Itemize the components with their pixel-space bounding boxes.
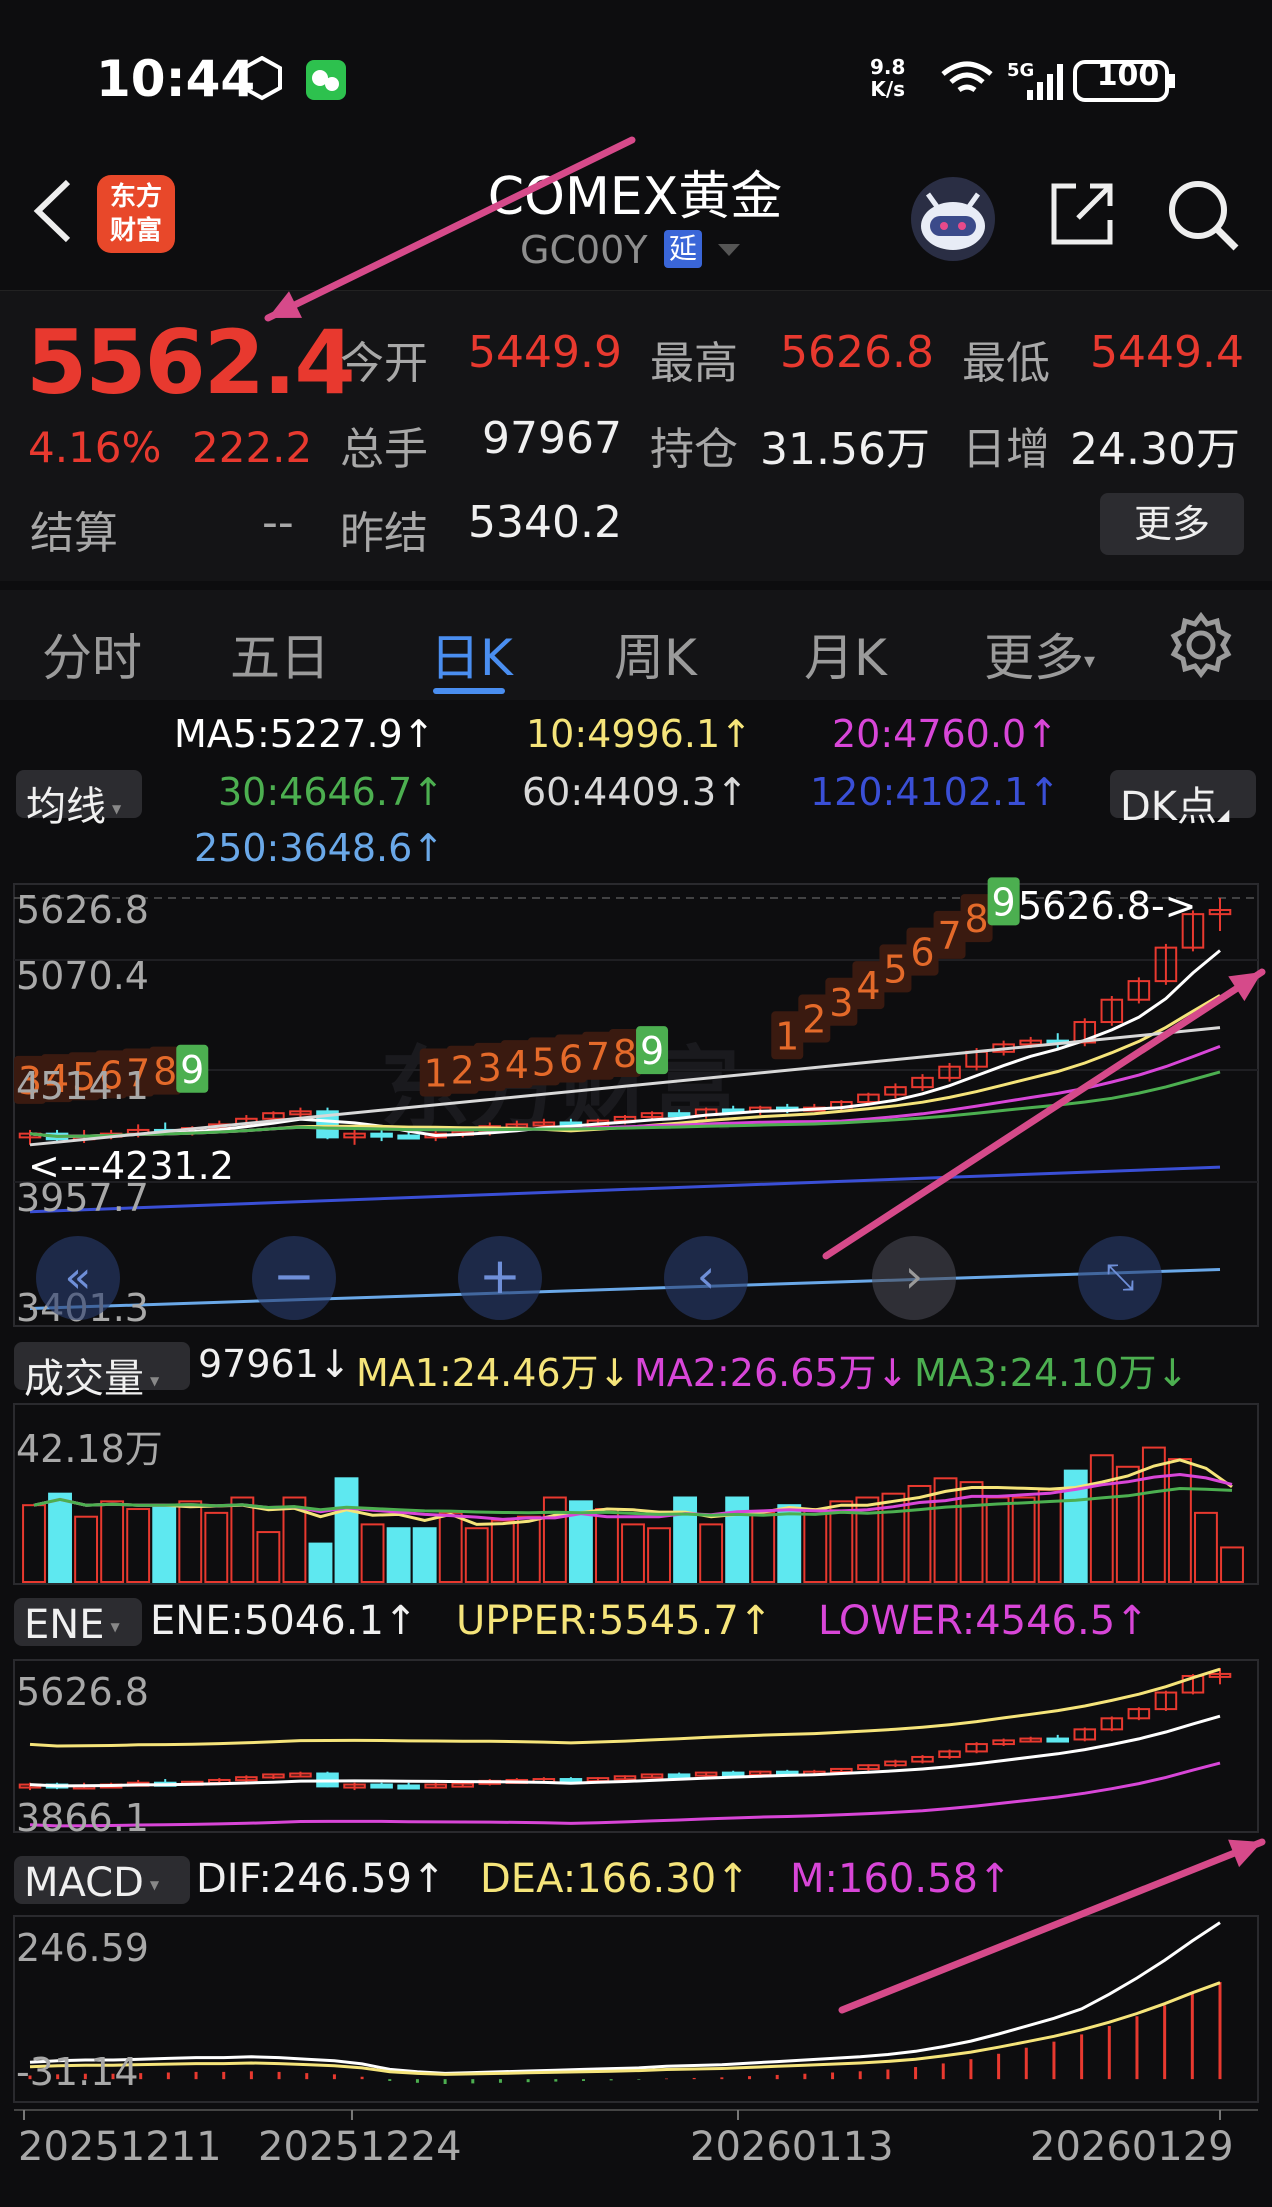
ene-candle	[370, 1783, 393, 1789]
price-tick-2: 5070.4	[16, 954, 149, 998]
high-annotation: 5626.8->	[1018, 884, 1197, 928]
volume-bar	[673, 1496, 698, 1584]
volume-bar	[1089, 1454, 1114, 1583]
td-count-label: 8	[613, 1032, 637, 1076]
td-count-label: 9	[992, 880, 1016, 924]
volume-bar	[751, 1511, 776, 1583]
volume-bar	[699, 1523, 724, 1584]
ene-tick-top: 5626.8	[16, 1670, 149, 1714]
td-count-label: 1	[424, 1051, 448, 1095]
volume-bar	[803, 1508, 828, 1583]
td-count-label: 1	[775, 1014, 799, 1058]
volume-bar	[621, 1523, 645, 1584]
td-count-label: 6	[910, 931, 934, 975]
candle	[370, 1132, 393, 1138]
td-count-label: 7	[586, 1035, 610, 1079]
price-tick-top: 5626.8	[16, 888, 149, 932]
td-count-label: 7	[937, 914, 961, 958]
volume-tick: 42.18万	[16, 1427, 163, 1471]
volume-bar	[464, 1527, 489, 1584]
ene-upper-line	[29, 1667, 1221, 1748]
volume-bar	[74, 1515, 99, 1583]
double-chevron-left-icon[interactable]: «	[36, 1236, 120, 1320]
expand-icon[interactable]: ⤡	[1078, 1236, 1162, 1320]
macd-tick-top: 246.59	[16, 1926, 149, 1970]
x-tick-3: 20260113	[690, 2124, 894, 2170]
td-count-label: 3	[829, 981, 853, 1025]
volume-bar	[777, 1504, 802, 1584]
volume-bar	[1167, 1458, 1192, 1583]
volume-bar	[334, 1477, 359, 1583]
volume-bar	[1037, 1488, 1062, 1583]
volume-bar	[152, 1504, 177, 1584]
volume-bar	[178, 1500, 203, 1584]
td-count-label: 2	[802, 998, 826, 1042]
volume-bar	[516, 1515, 541, 1583]
candle	[667, 1112, 691, 1118]
chevron-left-icon[interactable]: ‹	[664, 1236, 748, 1320]
annotation-arrow-price	[264, 136, 636, 322]
td-count-label: 9	[180, 1048, 204, 1092]
td-count-label: 4	[856, 964, 880, 1008]
volume-bar	[204, 1511, 229, 1583]
volume-bar	[1011, 1496, 1036, 1584]
volume-bar	[126, 1508, 151, 1583]
minus-icon[interactable]: −	[252, 1236, 336, 1320]
td-count-label: 3	[478, 1046, 502, 1090]
ene-tick-bottom: 3866.1	[16, 1796, 149, 1840]
macd-dif-line	[29, 1921, 1221, 2075]
volume-bar	[1194, 1511, 1218, 1583]
x-tick-4: 20260129	[1030, 2124, 1234, 2170]
td-count-label: 5	[532, 1040, 556, 1084]
volume-bar	[256, 1531, 281, 1584]
td-count-label: 2	[451, 1049, 475, 1093]
volume-bar	[308, 1542, 333, 1583]
ene-candle	[1046, 1737, 1070, 1743]
volume-bar	[542, 1496, 567, 1584]
volume-bar	[438, 1511, 463, 1583]
annotation-arrow-macd	[838, 1838, 1266, 2014]
ene-candle	[721, 1771, 745, 1777]
volume-bar	[100, 1500, 125, 1584]
volume-bar	[907, 1484, 932, 1583]
volume-bar	[48, 1492, 72, 1584]
annotation-arrow-chart	[822, 968, 1266, 1260]
td-count-label: 4	[505, 1043, 529, 1087]
k-line-chart[interactable]: 东方财富3 4 5 6 7 8 9 1 2 3 4 5 6 7 8 9 1 2 3 4 5 6 7 8 9	[0, 0, 1272, 2207]
volume-bar	[490, 1519, 515, 1583]
low-annotation: <---4231.2	[28, 1144, 234, 1188]
td-count-label: 8	[964, 897, 988, 941]
td-count-label: 8	[153, 1050, 177, 1094]
volume-bar	[985, 1496, 1010, 1584]
td-count-label: 6	[559, 1038, 583, 1082]
ene-candle	[397, 1784, 420, 1790]
candle	[397, 1134, 420, 1140]
ene-candle	[667, 1773, 691, 1779]
ene-lower-line	[29, 1761, 1221, 1828]
x-tick-1: 20251211	[18, 2124, 222, 2170]
volume-bar	[647, 1527, 671, 1584]
volume-bar	[1220, 1546, 1244, 1583]
volume-bar	[22, 1504, 46, 1584]
td-count-label: 5	[883, 947, 907, 991]
chevron-right-icon[interactable]: ›	[872, 1236, 956, 1320]
macd-panel-frame	[13, 1915, 1259, 2103]
macd-tick-bottom: -31.14	[16, 2050, 139, 2094]
ma250-line	[29, 1267, 1221, 1311]
volume-bar	[230, 1496, 255, 1584]
macd-dea-line	[29, 1981, 1221, 2076]
price-tick-3: 4514.1	[16, 1064, 149, 1108]
volume-bar	[386, 1527, 411, 1584]
plus-icon[interactable]: +	[458, 1236, 542, 1320]
td-count-label: 9	[640, 1029, 664, 1073]
volume-bar	[360, 1523, 385, 1584]
ene-panel-frame	[13, 1659, 1259, 1833]
x-tick-2: 20251224	[258, 2124, 462, 2170]
volume-bar	[595, 1508, 619, 1583]
volume-bar	[412, 1527, 437, 1584]
ene-candles	[18, 1668, 1232, 1791]
